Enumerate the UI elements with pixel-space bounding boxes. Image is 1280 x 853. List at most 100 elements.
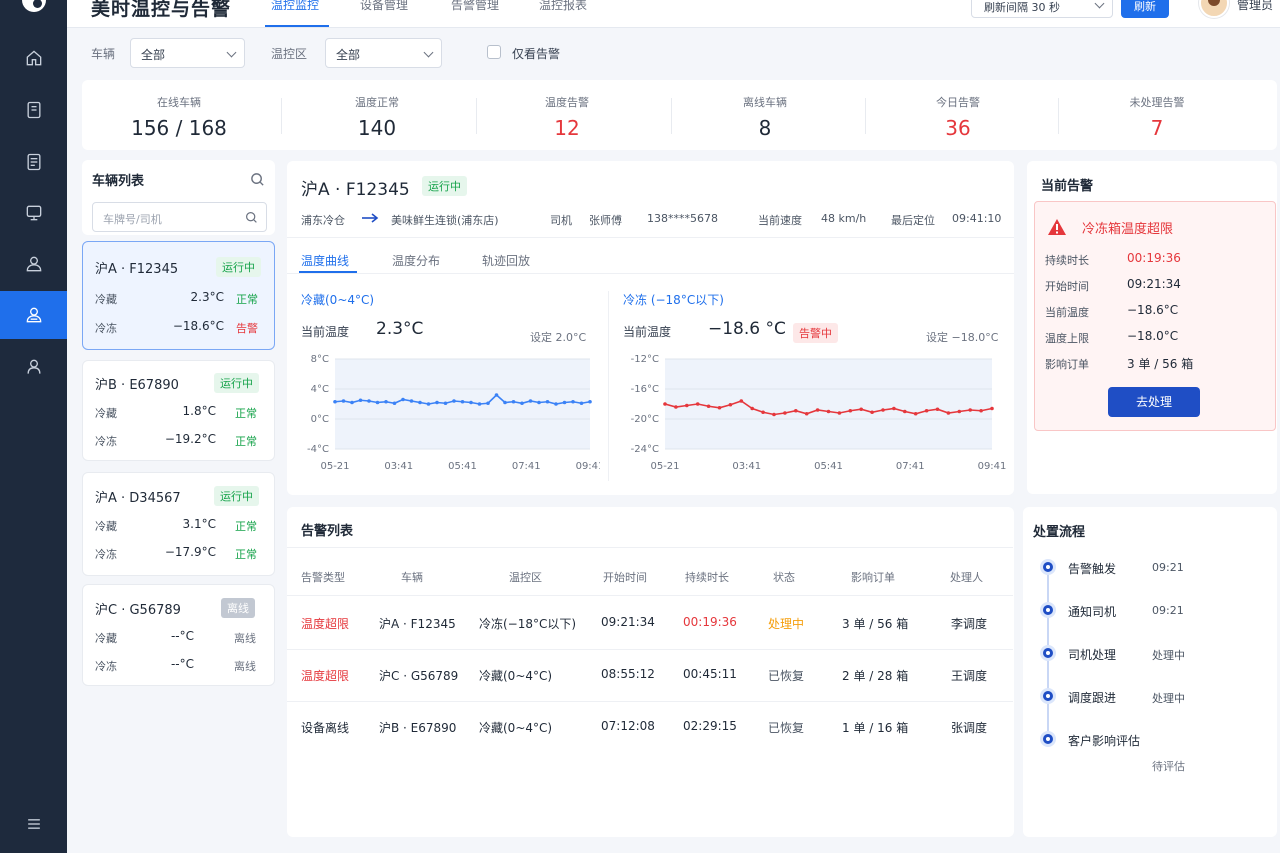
column-header: 影响订单 <box>851 571 895 584</box>
refresh-button[interactable]: 刷新 <box>1121 0 1169 18</box>
vehicle-card[interactable]: 沪A · F12345 运行中 冷藏 2.3°C 正常 冷冻 −18.6°C 告… <box>82 241 275 350</box>
monitor-icon[interactable] <box>0 189 67 237</box>
tab-track-replay[interactable]: 轨迹回放 <box>482 252 530 269</box>
alert-field-value: −18.6°C <box>1127 303 1179 317</box>
y-tick-label: -12°C <box>631 354 659 365</box>
zone-filter-value: 全部 <box>336 48 361 62</box>
x-tick-label: 03:41 <box>384 461 413 472</box>
plot-background <box>335 359 590 449</box>
y-tick-label: -16°C <box>631 384 659 395</box>
x-tick-label: 09:41 <box>978 461 1007 472</box>
data-point <box>452 399 456 403</box>
data-point <box>418 400 422 405</box>
user-icon[interactable] <box>0 240 67 288</box>
avatar[interactable] <box>1199 0 1229 18</box>
divider <box>287 237 1014 238</box>
home-icon[interactable] <box>0 34 67 82</box>
chilled-status: 离线 <box>234 632 256 645</box>
data-point <box>494 393 499 397</box>
stat-value: 8 <box>758 116 772 140</box>
column-header: 处理人 <box>950 571 983 584</box>
column-header: 告警类型 <box>301 571 345 584</box>
only-alarms-checkbox[interactable] <box>487 45 501 59</box>
alert-handler: 张调度 <box>951 721 988 735</box>
alert-field-label: 温度上限 <box>1045 332 1089 345</box>
data-point <box>815 408 820 412</box>
menu-icon[interactable] <box>0 800 67 848</box>
data-point <box>881 408 885 412</box>
alert-type: 设备离线 <box>301 721 350 735</box>
document-icon[interactable] <box>0 138 67 186</box>
stat-label: 离线车辆 <box>743 96 787 109</box>
data-point <box>772 412 776 417</box>
route-origin: 浦东冷仓 <box>301 214 345 227</box>
stat-value: 7 <box>1150 116 1164 140</box>
vehicle-card[interactable]: 沪C · G56789 离线 冷藏 --°C 离线 冷冻 --°C 离线 <box>82 584 275 686</box>
status-badge: 运行中 <box>422 176 467 196</box>
frozen-temp: −19.2°C <box>164 432 216 446</box>
tab-temp-monitor[interactable]: 温控监控 <box>271 0 319 13</box>
data-point <box>837 411 842 415</box>
tab-device-management[interactable]: 设备管理 <box>360 0 408 13</box>
sidebar <box>0 0 67 853</box>
data-point <box>401 397 405 402</box>
frozen-temp: --°C <box>170 657 194 671</box>
current-alert-panel: 当前告警 冷冻箱温度超限 持续时长 00:19:36 开始时间 09:21:34 当前温… <box>1027 161 1277 494</box>
person-icon[interactable] <box>0 343 67 391</box>
tab-temp-distribution[interactable]: 温度分布 <box>392 252 440 269</box>
search-icon[interactable] <box>250 172 265 187</box>
data-point <box>409 399 414 403</box>
handle-alert-button[interactable]: 去处理 <box>1108 387 1200 417</box>
vehicle-list-title: 车辆列表 <box>92 174 145 189</box>
divider <box>287 595 1013 596</box>
data-point <box>674 405 678 409</box>
search-icon[interactable] <box>245 211 258 224</box>
vehicle-filter-select[interactable]: 全部 <box>130 38 245 68</box>
divider <box>287 273 1014 274</box>
tab-temp-curve[interactable]: 温度曲线 <box>301 252 349 269</box>
data-point <box>946 411 951 415</box>
alert-zone: 冷冻(−18°C以下) <box>479 617 577 631</box>
step-name: 通知司机 <box>1068 605 1117 619</box>
zone-filter-label: 温控区 <box>271 47 308 61</box>
stat-label: 在线车辆 <box>157 96 201 109</box>
vehicle-card[interactable]: 沪B · E67890 运行中 冷藏 1.8°C 正常 冷冻 −19.2°C 正… <box>82 360 275 461</box>
alert-field-value: 3 单 / 56 箱 <box>1127 357 1194 371</box>
vehicle-search-input[interactable]: 车牌号/司机 <box>92 202 267 232</box>
data-point <box>350 400 354 405</box>
data-point <box>528 399 533 403</box>
refresh-interval-select[interactable]: 刷新间隔 30 秒 <box>971 0 1113 18</box>
stat-temp-alarm: 温度告警 12 <box>470 80 664 150</box>
chevron-down-icon <box>1094 0 1105 9</box>
data-point <box>486 401 490 406</box>
stat-label: 未处理告警 <box>1129 96 1185 109</box>
data-point <box>739 399 744 403</box>
data-point <box>750 406 754 411</box>
user-group-icon[interactable] <box>0 291 67 339</box>
current-temp-value: −18.6 °C <box>708 319 786 339</box>
driver-phone: 138****5678 <box>647 212 718 225</box>
data-point <box>579 401 584 406</box>
alert-list-panel: 告警列表 告警类型 车辆 温控区 开始时间 持续时长 状态 影响订单 处理人 温… <box>287 507 1014 837</box>
tab-alarm-management[interactable]: 告警管理 <box>451 0 499 13</box>
data-point <box>375 400 380 405</box>
divider <box>287 701 1013 702</box>
frozen-label: 冷冻 <box>95 660 117 673</box>
data-point <box>957 409 962 414</box>
data-point <box>537 400 541 405</box>
user-name[interactable]: 管理员 <box>1237 0 1273 13</box>
x-tick-label: 07:41 <box>512 461 541 472</box>
frozen-label: 冷冻 <box>95 435 117 448</box>
vehicle-card[interactable]: 沪A · D34567 运行中 冷藏 3.1°C 正常 冷冻 −17.9°C 正… <box>82 472 275 576</box>
tab-temp-reports[interactable]: 温控报表 <box>539 0 587 13</box>
vehicle-plate: 沪A · D34567 <box>95 491 181 506</box>
notebook-icon[interactable] <box>0 86 67 134</box>
step-state: 09:21 <box>1152 604 1184 617</box>
data-point <box>903 409 907 414</box>
speed-label: 当前速度 <box>758 214 802 227</box>
frozen-status: 正常 <box>235 548 257 561</box>
zone-filter-select[interactable]: 全部 <box>325 38 442 68</box>
chilled-label: 冷藏 <box>95 520 117 533</box>
chart-title: 冷冻 (−18°C以下) <box>623 293 724 307</box>
data-point <box>717 405 722 410</box>
